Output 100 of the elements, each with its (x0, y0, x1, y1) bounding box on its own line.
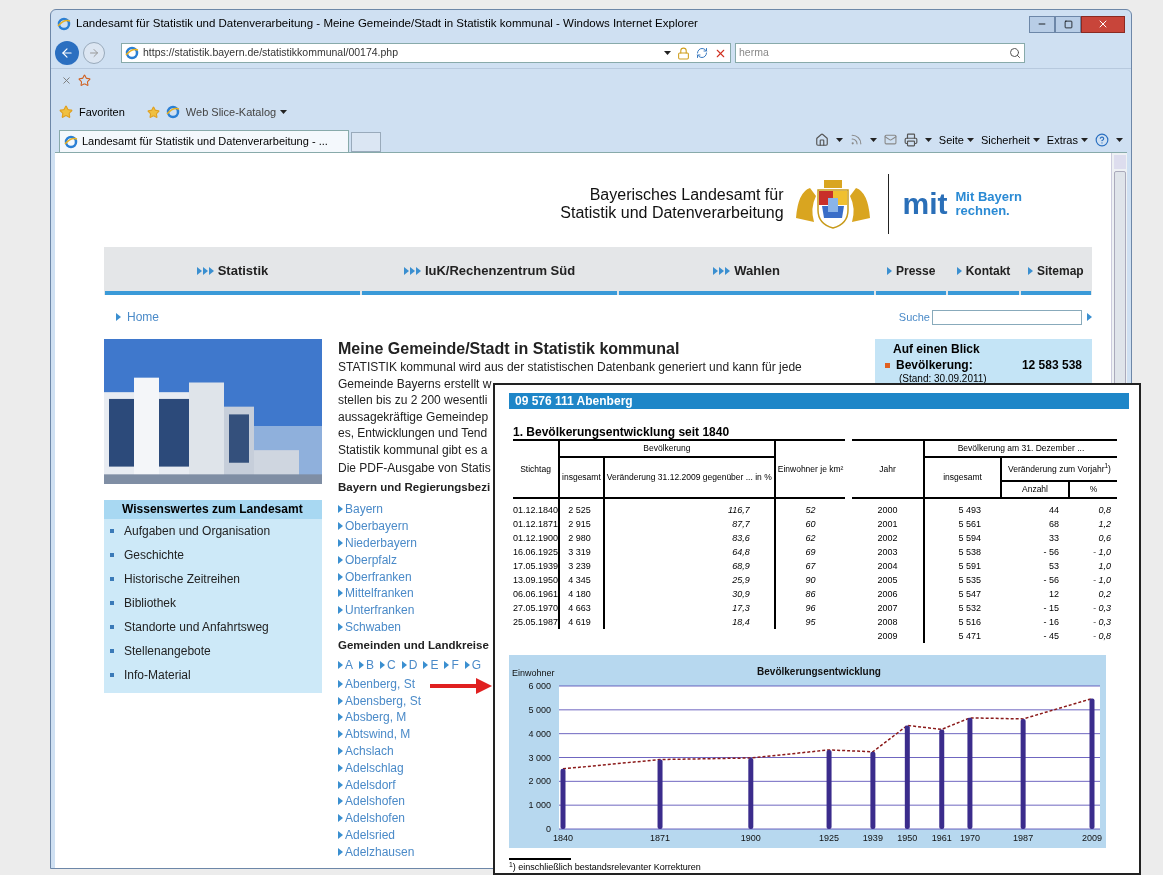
region-link[interactable]: Niederbayern (338, 534, 418, 552)
table-cell-text: 0,6 (1097, 532, 1112, 545)
back-button[interactable] (55, 41, 79, 65)
home-link[interactable]: Home (116, 308, 159, 326)
table-cell: 5 561 (924, 517, 1001, 531)
print-icon[interactable] (903, 132, 918, 147)
minimize-button[interactable] (1029, 15, 1055, 33)
mail-icon[interactable] (883, 133, 897, 147)
community-link[interactable]: Adelsried (338, 826, 396, 844)
y-axis-label: Einwohner (512, 668, 555, 678)
community-link[interactable]: Adelshofen (338, 792, 406, 810)
table-cell: 2000 (852, 503, 924, 517)
community-link[interactable]: Abensberg, St (338, 692, 422, 709)
community-link[interactable]: Abtswind, M (338, 725, 411, 743)
column-header: insgesamt (924, 457, 1001, 498)
table-cell-text: - 1,0 (1092, 574, 1112, 587)
table-cell: 3 319 (559, 545, 604, 559)
table-cell: 87,7 (603, 517, 775, 531)
community-link[interactable]: Adelschlag (338, 759, 404, 777)
letter-link[interactable]: D (401, 656, 418, 675)
favorites-button[interactable]: Favoriten (79, 103, 125, 121)
x-tick-label: 2009 (1082, 833, 1102, 843)
table-cell-text: - 56 (1042, 546, 1060, 559)
table-cell: 96 (774, 601, 846, 615)
nav-link[interactable]: Sitemap (1019, 251, 1092, 291)
help-icon[interactable] (1095, 132, 1109, 147)
region-link[interactable]: Unterfranken (338, 601, 415, 619)
column-header: insgesamt (559, 457, 604, 498)
chart-title: Bevölkerungsentwicklung (757, 666, 881, 677)
browser-tab[interactable]: Landesamt für Statistik und Datenverarbeitung - ... (59, 130, 349, 152)
feed-icon[interactable] (849, 133, 863, 147)
letter-link[interactable]: G (464, 656, 482, 675)
chart-bar (748, 758, 754, 829)
search-field[interactable] (932, 309, 1082, 325)
table-cell: 2002 (852, 531, 924, 545)
command-menu[interactable]: Extras (1046, 131, 1088, 148)
table-cell: 16.06.1925 (513, 545, 560, 559)
menu-item[interactable]: Standorte und Anfahrtsweg (104, 615, 322, 639)
table-cell: 01.12.1900 (513, 531, 560, 545)
x-tick-label: 1900 (740, 833, 761, 843)
nav-link[interactable]: Wahlen (618, 251, 875, 291)
region-link[interactable]: Schwaben (338, 618, 402, 636)
maximize-button[interactable] (1055, 15, 1081, 33)
menu-item[interactable]: Stellenangebote (104, 639, 322, 663)
x-tick-label: 1939 (862, 833, 883, 843)
table-cell: 2006 (852, 587, 924, 601)
caret-icon (835, 137, 843, 142)
letter-link[interactable]: B (359, 656, 375, 675)
star-icon[interactable] (78, 74, 91, 87)
region-link[interactable]: Oberpfalz (338, 551, 398, 569)
menu-item[interactable]: Info-Material (104, 663, 322, 687)
slogan: Mit Bayern (955, 190, 1022, 204)
command-menu[interactable]: Seite (938, 131, 974, 148)
x-tick-label: 1987 (1013, 833, 1034, 843)
table-cell: 5 471 (924, 629, 1001, 643)
region-link[interactable]: Oberfranken (338, 568, 412, 585)
table-cell: 2007 (852, 601, 924, 615)
community-link[interactable]: Absberg, M (338, 708, 407, 726)
nav-link[interactable]: Statistik (104, 251, 361, 291)
table-cell: 60 (774, 517, 846, 531)
region-link[interactable]: Bayern (338, 501, 384, 518)
letter-link[interactable]: C (380, 656, 396, 675)
community-link[interactable]: Adelsdorf (338, 776, 396, 793)
menu-item[interactable]: Bibliothek (104, 591, 322, 615)
menu-item[interactable]: Geschichte (104, 543, 322, 567)
command-menu[interactable]: Sicherheit (980, 131, 1040, 148)
region-link[interactable]: Mittelfranken (338, 585, 414, 602)
close-button[interactable] (1081, 15, 1125, 33)
menu-title: Wissenswertes zum Landesamt (104, 500, 322, 519)
home-icon[interactable] (814, 132, 829, 147)
letter-link[interactable]: F (444, 656, 459, 675)
star-icon (59, 105, 73, 119)
chart-bar (657, 759, 663, 829)
letter-link[interactable]: A (338, 656, 353, 675)
close-icon[interactable] (61, 75, 72, 86)
community-link[interactable]: Abenberg, St (338, 675, 416, 693)
nav-link[interactable]: Presse (875, 251, 948, 291)
menu-item[interactable]: Aufgaben und Organisation (104, 519, 322, 543)
caret-icon (1116, 137, 1123, 142)
arrow-icon (464, 661, 470, 670)
nav-link[interactable]: IuK/Rechenzentrum Süd (361, 251, 618, 291)
search-icon[interactable] (1009, 47, 1021, 59)
star-icon[interactable] (146, 105, 160, 119)
letter-link[interactable]: E (423, 656, 439, 675)
address-field[interactable]: https://statistik.bayern.de/statistikkommunal/00174.php (121, 43, 731, 63)
refresh-icon[interactable] (696, 47, 708, 59)
menu-item[interactable]: Historische Zeitreihen (104, 567, 322, 591)
nav-link[interactable]: Kontakt (947, 251, 1020, 291)
table-cell: 2001 (852, 517, 924, 531)
paragraph-line: stellen bis zu 2 200 wesentli (338, 392, 488, 409)
community-link[interactable]: Achslach (338, 742, 394, 760)
search-field[interactable]: herma (735, 43, 1025, 63)
web-slice-button[interactable]: Web Slice-Katalog (185, 103, 288, 121)
caret-icon (280, 110, 288, 114)
community-link[interactable]: Adelshofen (338, 809, 406, 827)
region-link[interactable]: Oberbayern (338, 517, 409, 535)
table-cell: 18,4 (603, 615, 775, 629)
table-cell: 30,9 (603, 587, 775, 601)
community-link[interactable]: Adelzhausen (338, 843, 415, 861)
arrow-icon (423, 661, 429, 670)
